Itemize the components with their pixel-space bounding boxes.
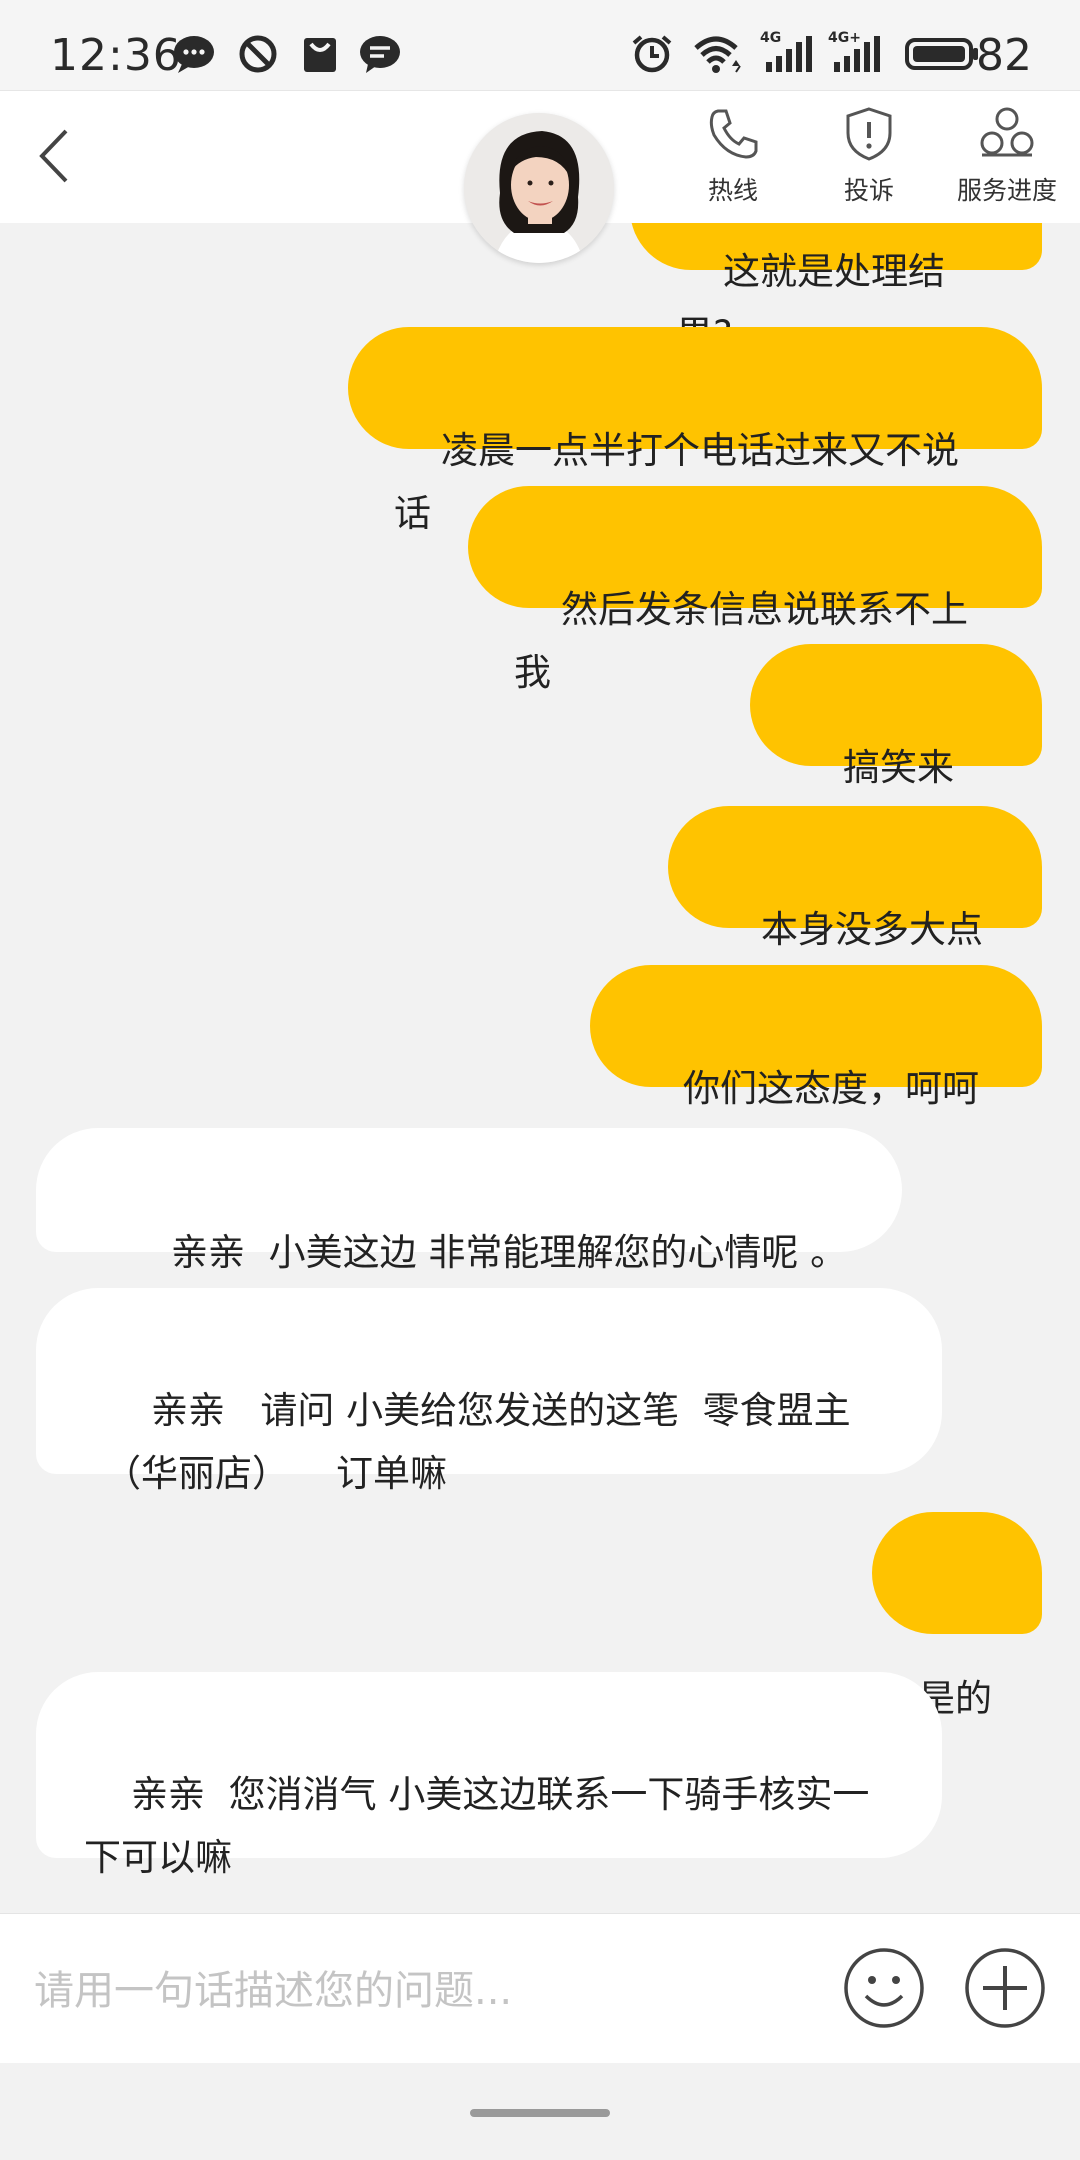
complaint-label: 投诉: [843, 176, 894, 205]
service-progress-button[interactable]: 服务进度: [942, 105, 1072, 215]
message-input-bar: [0, 1913, 1080, 2064]
service-progress-label: 服务进度: [956, 176, 1057, 205]
system-navigation-bar: [0, 2063, 1080, 2160]
chevron-left-icon: [39, 129, 68, 183]
complaint-button[interactable]: 投诉: [804, 105, 934, 215]
my-message-bubble[interactable]: 本身没多大点事: [668, 806, 1042, 1014]
shopping-bag-icon: [298, 34, 342, 74]
status-time: 12:36: [50, 30, 182, 81]
smiley-icon: [844, 1948, 924, 2028]
my-message-bubble[interactable]: 搞笑来的?: [750, 644, 1042, 852]
emoji-button[interactable]: [842, 1946, 926, 2030]
agent-message-bubble[interactable]: 亲亲 您消消气 小美这边联系一下骑手核实一 下可以嘛: [36, 1672, 942, 1879]
signal-icon: 4G: [760, 30, 816, 74]
message-text: 亲亲 小美这边 非常能理解您的心情呢 。: [171, 1231, 848, 1274]
chat-header: 热线 投诉 服务进度: [0, 90, 1080, 263]
agent-message-bubble[interactable]: 亲亲 请问 小美给您发送的这笔 零食盟主 （华丽店） 订单嘛: [36, 1288, 942, 1495]
more-options-button[interactable]: [963, 1946, 1047, 2030]
agent-message-bubble[interactable]: 亲亲 小美这边 非常能理解您的心情呢 。: [36, 1128, 902, 1274]
message-input[interactable]: [32, 1950, 816, 2032]
alarm-icon: [630, 34, 674, 74]
agent-avatar[interactable]: [464, 113, 614, 263]
phone-icon: [709, 109, 758, 159]
chat-message-list[interactable]: 这就是处理结果? 凌晨一点半打个电话过来又不说话 然后发条信息说联系不上我 搞笑…: [0, 222, 1080, 1912]
message-bubble-icon: [172, 34, 216, 74]
my-message-bubble[interactable]: 这就是处理结果?: [630, 222, 1042, 356]
rose-emoji-group: [149, 1889, 276, 1912]
home-indicator[interactable]: [470, 2109, 610, 2117]
shield-alert-icon: [846, 107, 892, 161]
status-bar: 12:36 4G 4G+ 82: [0, 0, 1080, 90]
no-disturb-icon: [236, 34, 280, 74]
my-message-bubble[interactable]: 你们这态度，呵呵了: [590, 965, 1042, 1173]
message-text: 亲亲 请问 小美给您发送的这笔 零食盟主 （华丽店） 订单嘛: [104, 1389, 851, 1495]
wifi-icon: [692, 34, 744, 74]
back-button[interactable]: [30, 121, 80, 191]
battery-level: 82: [976, 30, 1032, 81]
agent-avatar-image: [464, 113, 614, 263]
battery-icon: [904, 34, 980, 74]
hotline-label: 热线: [707, 176, 758, 205]
my-message-bubble[interactable]: 然后发条信息说联系不上我: [468, 486, 1042, 694]
plus-circle-icon: [965, 1948, 1045, 2028]
chat-icon: [358, 34, 402, 74]
message-text: 亲亲 您消消气 小美这边联系一下骑手核实一 下可以嘛: [84, 1773, 870, 1879]
progress-dots-icon: [980, 107, 1034, 157]
hotline-button[interactable]: 热线: [668, 105, 798, 215]
my-message-bubble[interactable]: 凌晨一点半打个电话过来又不说话: [348, 327, 1042, 535]
signal-icon: 4G+: [828, 30, 884, 74]
my-message-bubble[interactable]: 是的: [872, 1512, 1042, 1720]
